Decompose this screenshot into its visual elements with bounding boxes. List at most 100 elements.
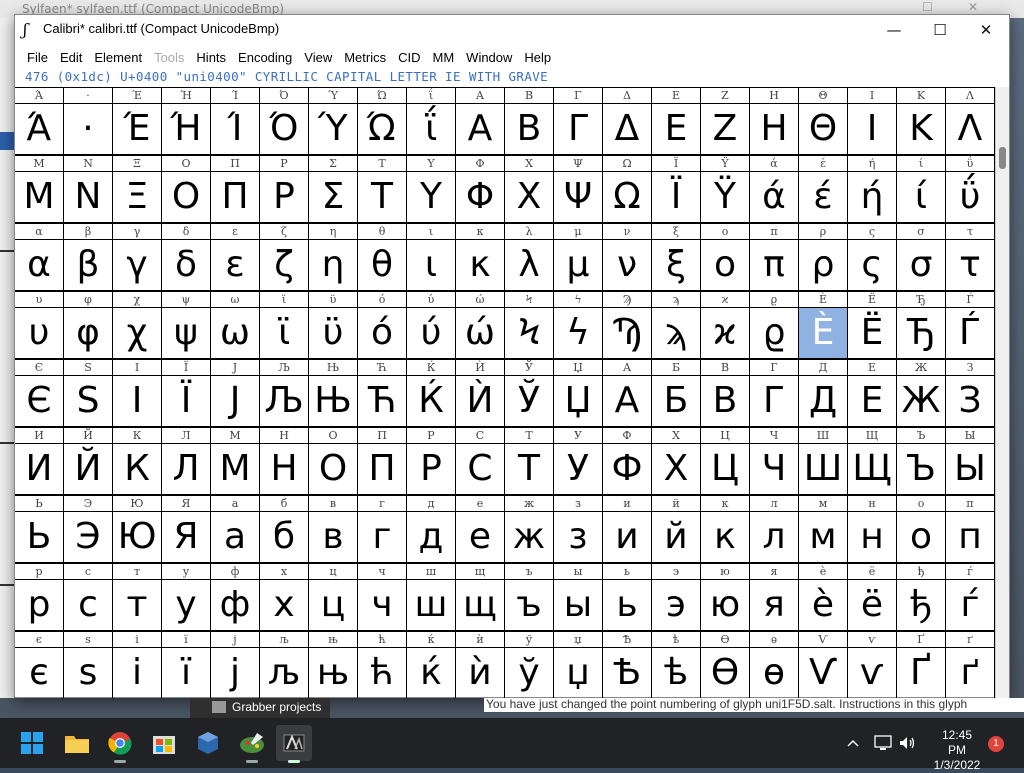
glyph-cell[interactable]: її [162, 632, 211, 698]
glyph-cell[interactable]: ВВ [701, 360, 750, 428]
glyph-cell[interactable]: ϟϟ [554, 292, 603, 360]
glyph-cell[interactable]: ЭЭ [64, 496, 113, 564]
menu-help[interactable]: Help [518, 50, 557, 65]
glyph-cell[interactable]: ЛЛ [162, 428, 211, 496]
glyph-cell[interactable]: ПП [358, 428, 407, 496]
glyph-cell[interactable]: ѣѣ [652, 632, 701, 698]
glyph-cell[interactable]: ЌЌ [407, 360, 456, 428]
glyph-cell[interactable]: ΗΗ [750, 88, 799, 156]
glyph-cell[interactable]: ЩЩ [848, 428, 897, 496]
glyph-cell[interactable]: ββ [64, 224, 113, 292]
store-icon[interactable] [146, 725, 182, 761]
glyph-cell[interactable]: ΘΘ [799, 88, 848, 156]
glyph-cell[interactable]: φφ [64, 292, 113, 360]
glyph-cell[interactable]: ТТ [505, 428, 554, 496]
glyph-cell[interactable]: ΏΏ [358, 88, 407, 156]
glyph-cell[interactable]: ρρ [799, 224, 848, 292]
glyph-cell[interactable]: ѓѓ [946, 564, 995, 632]
glyph-cell[interactable]: ЅS [64, 360, 113, 428]
glyph-cell[interactable]: бб [260, 496, 309, 564]
volume-icon[interactable] [898, 718, 916, 768]
virtualbox-icon[interactable] [190, 725, 226, 761]
glyph-cell[interactable]: ЂЂ [897, 292, 946, 360]
glyph-cell[interactable]: ΖΖ [701, 88, 750, 156]
glyph-cell[interactable]: ЧЧ [750, 428, 799, 496]
glyph-cell[interactable]: ΆΆ [15, 88, 64, 156]
glyph-cell[interactable]: ѝѝ [456, 632, 505, 698]
glyph-cell[interactable]: ΠΠ [211, 156, 260, 224]
menu-mm[interactable]: MM [427, 50, 461, 65]
glyph-cell[interactable]: ъъ [505, 564, 554, 632]
glyph-cell[interactable]: ЯЯ [162, 496, 211, 564]
glyph-cell[interactable]: тт [113, 564, 162, 632]
glyph-cell[interactable]: ΓΓ [554, 88, 603, 156]
glyph-cell[interactable]: ыы [554, 564, 603, 632]
glyph-cell[interactable]: жж [505, 496, 554, 564]
glyph-cell[interactable]: ЕЕ [848, 360, 897, 428]
glyph-cell[interactable]: ττ [946, 224, 995, 292]
glyph-cell[interactable]: рр [15, 564, 64, 632]
glyph-cell[interactable]: ЖЖ [897, 360, 946, 428]
glyph-cell[interactable]: ΟΟ [162, 156, 211, 224]
glyph-cell[interactable]: нн [848, 496, 897, 564]
glyph-cell[interactable]: οο [701, 224, 750, 292]
menu-cid[interactable]: CID [392, 50, 426, 65]
glyph-cell[interactable]: ЙЙ [64, 428, 113, 496]
glyph-cell[interactable]: мм [799, 496, 848, 564]
glyph-cell[interactable]: уу [162, 564, 211, 632]
grabber-projects-window[interactable]: Grabber projects [190, 698, 330, 718]
glyph-cell[interactable]: шш [407, 564, 456, 632]
glyph-cell[interactable]: дд [407, 496, 456, 564]
glyph-cell[interactable]: зз [554, 496, 603, 564]
glyph-cell[interactable]: ђђ [897, 564, 946, 632]
glyph-cell[interactable]: ее [456, 496, 505, 564]
glyph-cell[interactable]: ΙΙ [848, 88, 897, 156]
glyph-cell[interactable]: ΛΛ [946, 88, 995, 156]
glyph-cell[interactable]: ΩΩ [603, 156, 652, 224]
glyph-cell[interactable]: ѳѳ [750, 632, 799, 698]
glyph-grid[interactable]: Ά Ά · · Έ Έ Ή Ή Ί Ί Ό Ό Ύ Ύ Ώ Ώΐ ΐ Α Α Β Β Γ Γ Δ Δ Ε Ε Ζ Ζ Η Η Θ Θ Ι Ι Κ Κ Λ Λ… [15, 87, 995, 698]
maximize-button[interactable]: ☐ [917, 15, 963, 45]
windows-start-icon[interactable] [14, 725, 50, 761]
glyph-cell[interactable]: σσ [897, 224, 946, 292]
glyph-cell[interactable]: υυ [15, 292, 64, 360]
glyph-cell[interactable]: ѢѢ [603, 632, 652, 698]
window-titlebar[interactable]: ʃ Calibri* calibri.ttf (Compact UnicodeB… [15, 15, 1009, 45]
glyph-cell[interactable]: ММ [211, 428, 260, 496]
glyph-cell[interactable]: сс [64, 564, 113, 632]
glyph-cell[interactable]: ИИ [15, 428, 64, 496]
glyph-cell[interactable]: ϞϞ [505, 292, 554, 360]
background-close-icon[interactable]: ✕ [968, 0, 978, 14]
glyph-cell[interactable]: љљ [260, 632, 309, 698]
glyph-cell[interactable]: УУ [554, 428, 603, 496]
glyph-cell[interactable]: ѵѵ [848, 632, 897, 698]
glyph-cell[interactable]: чч [358, 564, 407, 632]
glyph-cell[interactable]: χχ [113, 292, 162, 360]
glyph-cell[interactable]: ώώ [456, 292, 505, 360]
glyph-cell[interactable]: ЬЬ [15, 496, 64, 564]
glyph-cell[interactable]: лл [750, 496, 799, 564]
glyph-cell[interactable]: ЁË [848, 292, 897, 360]
glyph-cell[interactable]: ЦЦ [701, 428, 750, 496]
glyph-cell[interactable]: ϱϱ [750, 292, 799, 360]
glyph-cell[interactable]: СС [456, 428, 505, 496]
glyph-cell[interactable]: ЇЇ [162, 360, 211, 428]
glyph-cell[interactable]: йй [652, 496, 701, 564]
glyph-cell[interactable]: ўў [505, 632, 554, 698]
glyph-cell[interactable]: јj [211, 632, 260, 698]
glyph-cell[interactable]: αα [15, 224, 64, 292]
glyph-cell[interactable]: оо [897, 496, 946, 564]
glyph-cell[interactable]: ЫЫ [946, 428, 995, 496]
glyph-cell[interactable]: яя [750, 564, 799, 632]
glyph-cell[interactable]: ΥΥ [407, 156, 456, 224]
glyph-cell[interactable]: ΚΚ [897, 88, 946, 156]
glyph-cell[interactable]: ΤΤ [358, 156, 407, 224]
glyph-cell[interactable]: ΪΪ [652, 156, 701, 224]
glyph-cell[interactable]: ФФ [603, 428, 652, 496]
glyph-cell[interactable]: ίί [897, 156, 946, 224]
glyph-cell[interactable]: ΫΫ [701, 156, 750, 224]
glyph-cell[interactable]: ии [603, 496, 652, 564]
glyph-cell[interactable]: ЄЄ [15, 360, 64, 428]
glyph-cell[interactable]: аа [211, 496, 260, 564]
glyph-cell[interactable]: хх [260, 564, 309, 632]
